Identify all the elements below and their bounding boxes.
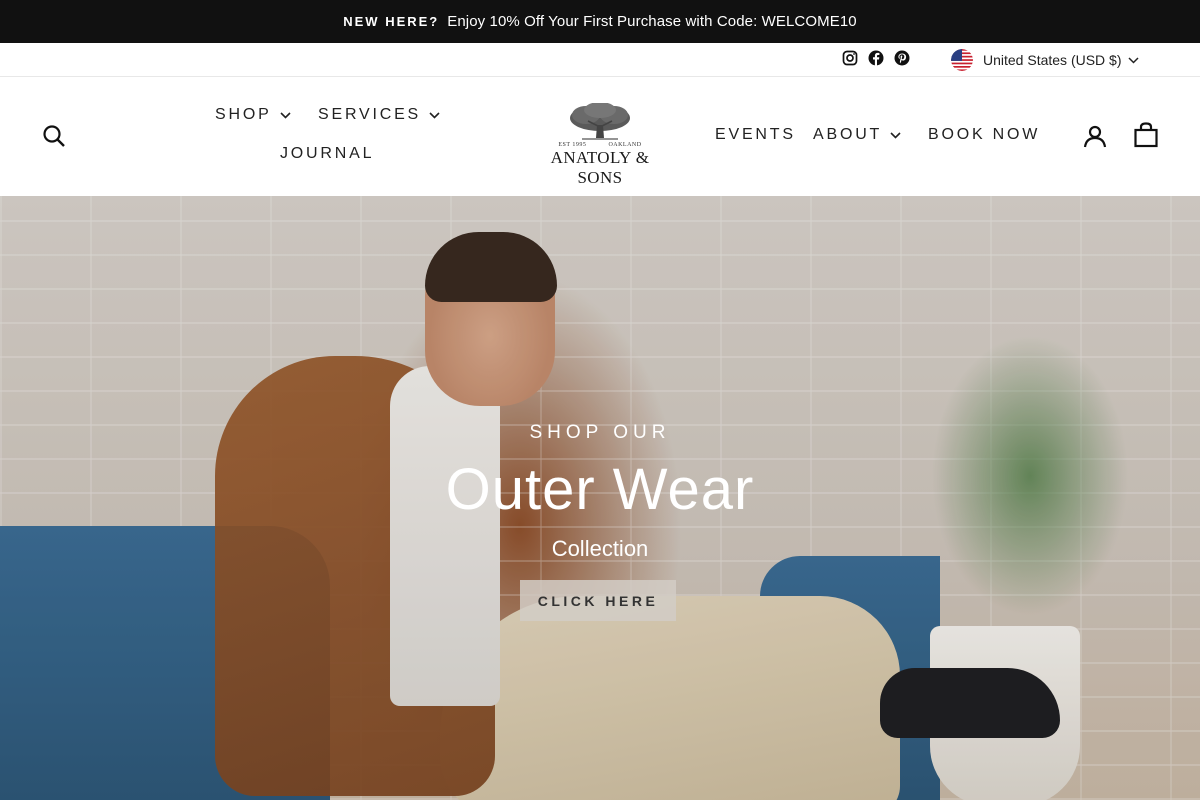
chevron-down-icon bbox=[279, 111, 291, 119]
hero-subheadline: Collection bbox=[551, 536, 649, 561]
nav-services[interactable]: SERVICES bbox=[318, 106, 440, 124]
nav-events[interactable]: EVENTS bbox=[715, 126, 796, 144]
hero-cta-button[interactable]: CLICK HERE bbox=[520, 580, 676, 621]
nav-about-label: ABOUT bbox=[813, 126, 883, 143]
hero-banner[interactable]: SHOP OUR Outer Wear Collection CLICK HER… bbox=[0, 196, 1200, 800]
nav-shop[interactable]: SHOP bbox=[215, 106, 291, 124]
announcement-message: Enjoy 10% Off Your First Purchase with C… bbox=[447, 13, 857, 30]
us-flag-icon bbox=[951, 49, 973, 71]
oak-tree-logo-icon bbox=[570, 103, 630, 140]
nav-journal[interactable]: JOURNAL bbox=[280, 145, 374, 163]
search-icon[interactable] bbox=[42, 124, 66, 148]
announcement-bar: NEW HERE? Enjoy 10% Off Your First Purch… bbox=[0, 0, 1200, 43]
announcement-label: NEW HERE? bbox=[343, 14, 440, 29]
chevron-down-icon bbox=[429, 111, 440, 119]
social-links bbox=[842, 50, 910, 66]
nav-services-label: SERVICES bbox=[318, 106, 422, 123]
hero-headline: Outer Wear bbox=[445, 457, 755, 522]
chevron-down-icon bbox=[890, 131, 901, 139]
pinterest-icon[interactable] bbox=[894, 50, 910, 66]
utility-bar: United States (USD $) bbox=[0, 43, 1200, 77]
nav-about[interactable]: ABOUT bbox=[813, 126, 901, 144]
chevron-down-icon bbox=[1127, 56, 1139, 64]
cart-icon[interactable] bbox=[1134, 122, 1158, 148]
currency-label: United States (USD $) bbox=[983, 52, 1122, 68]
nav-shop-label: SHOP bbox=[215, 106, 272, 123]
currency-selector[interactable]: United States (USD $) bbox=[951, 49, 1139, 71]
hero-eyebrow: SHOP OUR bbox=[529, 422, 671, 443]
site-logo[interactable]: EST 1995 OAKLAND ANATOLY & SONS bbox=[526, 103, 674, 187]
nav-journal-label: JOURNAL bbox=[280, 145, 375, 162]
logo-name: ANATOLY & SONS bbox=[550, 148, 650, 187]
instagram-icon[interactable] bbox=[842, 50, 858, 66]
nav-book-now-label: BOOK NOW bbox=[928, 126, 1041, 143]
account-icon[interactable] bbox=[1083, 124, 1107, 148]
nav-events-label: EVENTS bbox=[715, 126, 796, 143]
site-header: SHOP SERVICES JOURNAL EST 1995 OAKLAND A… bbox=[0, 77, 1200, 196]
facebook-icon[interactable] bbox=[868, 50, 884, 66]
nav-book-now[interactable]: BOOK NOW bbox=[928, 126, 1040, 144]
